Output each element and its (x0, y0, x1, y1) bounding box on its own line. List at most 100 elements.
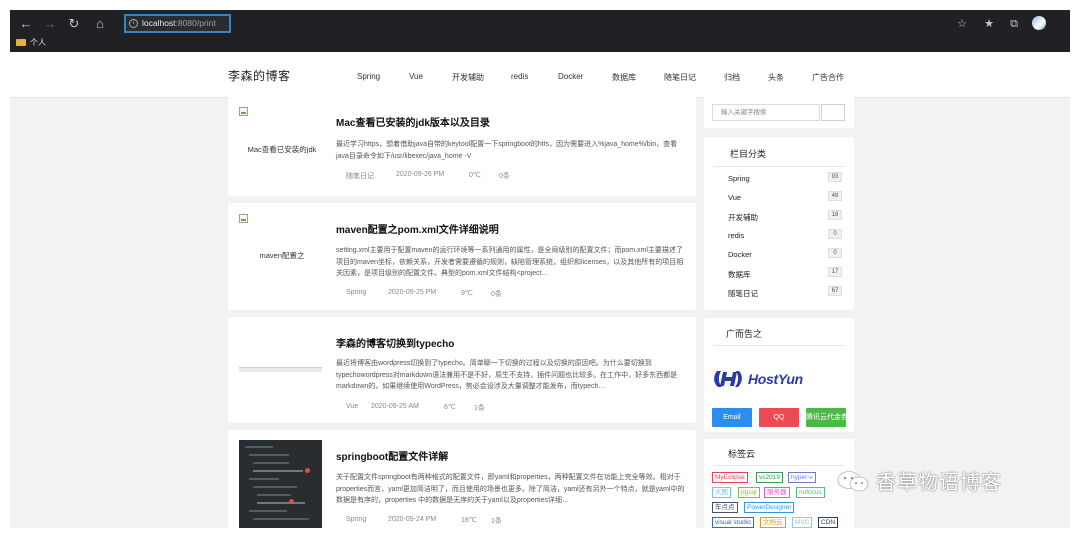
nav-item-archive[interactable]: 归档 (724, 72, 740, 83)
tag-item[interactable]: MyEclipse (712, 472, 748, 483)
nav-item-database[interactable]: 数据库 (612, 72, 636, 83)
nav-item-docker[interactable]: Docker (558, 72, 583, 81)
thumbnail-alt-text: maven配置之 (259, 251, 305, 260)
category-count: 0 (828, 248, 842, 258)
thumbnail-alt-text: Mac查看已安装的jdk (247, 145, 317, 154)
nav-item-ad-cooperation[interactable]: 广告合作 (812, 72, 844, 83)
post-excerpt: 关于配置文件springboot有两种格式的配置文件，即yaml和propert… (336, 474, 685, 504)
nav-item-dev-tools[interactable]: 开发辅助 (452, 72, 484, 83)
tag-item[interactable]: MVC (792, 517, 813, 528)
refresh-icon[interactable]: ↻ (64, 15, 84, 33)
ad-title: 广而告之 (726, 329, 763, 339)
category-link[interactable]: Docker (728, 250, 752, 259)
post-comments: 0条 (499, 173, 510, 180)
category-link[interactable]: Vue (728, 193, 741, 202)
thumbnail-screenshot (239, 367, 322, 372)
post-excerpt: 最近学习https，想着借助java自带的keytool配置一下springbo… (336, 141, 678, 160)
hostyun-mark-icon (714, 371, 742, 387)
post-thumbnail[interactable] (228, 430, 322, 528)
tag-item[interactable]: 车点点 (712, 502, 738, 513)
post-card[interactable]: maven配置之 maven配置之pom.xml文件详细说明 setting.x… (228, 203, 696, 310)
tag-item[interactable]: CDN (818, 517, 839, 528)
post-temperature: 0℃ (469, 172, 481, 179)
post-category[interactable]: 随笔日记 (346, 171, 374, 181)
site-logo[interactable]: 李森的博客 (228, 67, 291, 84)
bookmark-folder[interactable]: 个人 (16, 37, 46, 49)
watermark-text: 香草物语博客 (876, 472, 1002, 494)
post-excerpt: 最近将博客由wordpress切换到了typecho。简单聊一下切换的过程以及切… (336, 360, 678, 390)
browser-toolbar: ← → ↻ ⌂ i localhost:8080/print ☆ ★ ⧉ 个人 (10, 10, 1070, 52)
post-category[interactable]: Spring (346, 516, 366, 523)
category-count: 67 (828, 286, 842, 296)
post-comments: 1条 (474, 405, 485, 412)
post-temperature: 6℃ (444, 404, 456, 411)
post-card[interactable]: Mac查看已安装的jdk Mac查看已安装的jdk版本以及目录 最近学习http… (228, 96, 696, 196)
post-thumbnail[interactable]: maven配置之 (228, 203, 322, 310)
nav-item-spring[interactable]: Spring (357, 72, 380, 81)
tag-item[interactable]: vs2019 (756, 472, 783, 483)
folder-icon (16, 39, 26, 46)
forward-arrow-icon[interactable]: → (40, 15, 60, 33)
url-path: :8080/print (175, 18, 216, 28)
post-date: 2020-09-26 PM (396, 171, 445, 178)
tencent-voucher-button[interactable]: 腾讯云代金券 (806, 408, 846, 427)
search-input[interactable]: 输入关键字搜索 (712, 104, 820, 121)
post-card[interactable]: 李森的博客切换到typecho 最近将博客由wordpress切换到了typec… (228, 317, 696, 423)
search-button[interactable] (821, 104, 845, 121)
tag-item[interactable]: 服务器 (764, 487, 790, 498)
qq-button[interactable]: QQ (759, 408, 799, 427)
nav-item-vue[interactable]: Vue (409, 72, 423, 81)
home-icon[interactable]: ⌂ (90, 15, 110, 33)
nav-item-headlines[interactable]: 头条 (768, 72, 784, 83)
category-link[interactable]: Spring (728, 174, 750, 183)
post-title[interactable]: maven配置之pom.xml文件详细说明 (336, 221, 499, 236)
tag-item[interactable]: hyper-v (788, 472, 816, 483)
bookmark-folder-label: 个人 (30, 38, 46, 47)
tag-cloud-card: 标签云 MyEclipse vs2019 hyper-v 大图 pgsql 服务… (704, 439, 854, 528)
post-temperature: 18℃ (461, 517, 477, 524)
category-count: 48 (828, 191, 842, 201)
tag-item[interactable]: visual studio (712, 517, 754, 528)
divider (714, 465, 844, 466)
category-count: 0 (828, 229, 842, 239)
category-link[interactable]: redis (728, 231, 744, 240)
back-arrow-icon[interactable]: ← (16, 15, 36, 33)
tag-item[interactable]: nofocus (796, 487, 825, 498)
category-link[interactable]: 开发辅助 (728, 212, 758, 223)
url-host: localhost (142, 18, 176, 28)
post-title[interactable]: Mac查看已安装的jdk版本以及目录 (336, 114, 490, 129)
post-comments: 1条 (491, 518, 502, 525)
post-thumbnail[interactable]: Mac查看已安装的jdk (228, 96, 322, 196)
post-category[interactable]: Vue (346, 403, 358, 410)
profile-avatar[interactable] (1032, 16, 1046, 30)
email-button[interactable]: Email (712, 408, 752, 427)
nav-item-redis[interactable]: redis (511, 72, 528, 81)
search-card: 输入关键字搜索 (704, 96, 854, 128)
post-thumbnail[interactable] (228, 317, 322, 423)
category-count: 18 (828, 210, 842, 220)
tag-item[interactable]: PowerDesigner (744, 502, 795, 513)
wechat-icon (836, 470, 869, 492)
post-excerpt: setting.xml主要用于配置maven的运行环境等一系列通用的属性，是全局… (336, 247, 684, 277)
address-bar[interactable]: i localhost:8080/print (124, 14, 231, 33)
post-card[interactable]: springboot配置文件详解 关于配置文件springboot有两种格式的配… (228, 430, 696, 528)
post-date: 2020-09-25 AM (371, 403, 419, 410)
post-title[interactable]: 李森的博客切换到typecho (336, 335, 454, 350)
category-count: 17 (828, 267, 842, 277)
favorites-list-icon[interactable]: ★ (980, 15, 998, 33)
post-date: 2020-09-25 PM (388, 289, 437, 296)
tag-item[interactable]: 大图 (712, 487, 731, 498)
site-info-icon[interactable]: i (129, 19, 138, 28)
tag-item[interactable]: 文档云 (760, 517, 786, 528)
post-category[interactable]: Spring (346, 289, 366, 296)
tag-item[interactable]: pgsql (738, 487, 760, 498)
favorite-star-icon[interactable]: ☆ (953, 15, 971, 33)
category-count: 93 (828, 172, 842, 182)
broken-image-icon (239, 214, 248, 223)
collections-icon[interactable]: ⧉ (1005, 15, 1023, 33)
category-link[interactable]: 随笔日记 (728, 288, 758, 299)
post-title[interactable]: springboot配置文件详解 (336, 448, 448, 463)
site-header: 李森的博客 Spring Vue 开发辅助 redis Docker 数据库 随… (10, 52, 1070, 98)
nav-item-diary[interactable]: 随笔日记 (664, 72, 696, 83)
category-link[interactable]: 数据库 (728, 269, 751, 280)
